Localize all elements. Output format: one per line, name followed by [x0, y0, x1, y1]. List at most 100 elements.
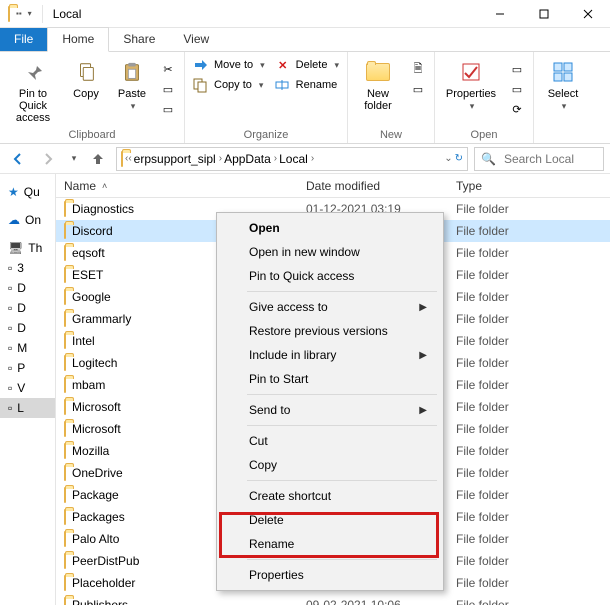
pin-icon	[19, 58, 47, 86]
pin-to-quick-access-button[interactable]: Pin to Quick access	[6, 56, 60, 124]
edit-small-button[interactable]: ▭	[507, 80, 527, 98]
group-organize: Move to▾ Copy to▾ ✕ Delete▾ Rename Organ…	[185, 52, 348, 143]
ctx-copy[interactable]: Copy	[219, 453, 441, 477]
tab-home[interactable]: Home	[47, 27, 109, 52]
col-date[interactable]: Date modified	[306, 179, 456, 193]
search-box[interactable]: 🔍	[474, 147, 604, 171]
chevron-right-icon[interactable]: ›	[274, 153, 277, 164]
group-select: Select ▾	[534, 52, 592, 143]
breadcrumb[interactable]: ‹‹ erpsupport_sipl› AppData› Local› ⌄ ↻	[116, 147, 468, 171]
nav-back-button[interactable]	[6, 147, 30, 171]
file-name: Grammarly	[72, 312, 131, 326]
file-name: Packages	[72, 510, 125, 524]
nav-tree[interactable]: ★Qu ☁On 🖥Th ▫3 ▫D ▫D ▫D ▫M ▫P ▫V ▫L	[0, 174, 56, 605]
col-type[interactable]: Type	[456, 179, 610, 193]
folder-icon	[64, 422, 66, 436]
file-type: File folder	[456, 290, 610, 304]
folder-icon	[64, 444, 66, 458]
copy-path-small-button[interactable]: ▭	[158, 80, 178, 98]
crumb-1[interactable]: erpsupport_sipl	[134, 152, 216, 166]
copy-to-button[interactable]: Copy to▾	[191, 76, 267, 94]
group-clipboard: Pin to Quick access Copy Paste ▾ ✂ ▭ ▭ C…	[0, 52, 185, 143]
paste-shortcut-small-button[interactable]: ▭	[158, 100, 178, 118]
table-row[interactable]: Publishers09-02-2021 10:06File folder	[56, 594, 610, 605]
separator	[247, 394, 437, 395]
tree-item[interactable]: ▫L	[0, 398, 55, 418]
dropdown-icon[interactable]: ⌄	[444, 153, 452, 164]
qat-caret-icon[interactable]: ▾	[28, 9, 32, 18]
ctx-rename[interactable]: Rename	[219, 532, 441, 556]
tree-item[interactable]: ▫D	[0, 278, 55, 298]
refresh-icon[interactable]: ↻	[455, 153, 463, 164]
tree-item[interactable]: ▫P	[0, 358, 55, 378]
open-small-button[interactable]: ▭	[507, 60, 527, 78]
ctx-give-access[interactable]: Give access to▶	[219, 295, 441, 319]
copy-button[interactable]: Copy	[66, 56, 106, 100]
ribbon: Pin to Quick access Copy Paste ▾ ✂ ▭ ▭ C…	[0, 52, 610, 144]
chevron-down-icon: ▾	[131, 102, 136, 112]
ctx-properties[interactable]: Properties	[219, 563, 441, 587]
nav-forward-button[interactable]	[36, 147, 60, 171]
ctx-open[interactable]: Open	[219, 216, 441, 240]
tree-item[interactable]: ▫M	[0, 338, 55, 358]
new-folder-button[interactable]: New folder	[354, 56, 402, 112]
new-item-button[interactable]: 🗎	[408, 60, 428, 78]
chevron-right-icon[interactable]: ›	[219, 153, 222, 164]
minimize-button[interactable]	[478, 0, 522, 28]
ctx-restore[interactable]: Restore previous versions	[219, 319, 441, 343]
ctx-include-library[interactable]: Include in library▶	[219, 343, 441, 367]
rename-button[interactable]: Rename	[273, 76, 341, 94]
delete-button[interactable]: ✕ Delete▾	[273, 56, 341, 74]
ctx-send-to[interactable]: Send to▶	[219, 398, 441, 422]
cut-small-button[interactable]: ✂	[158, 60, 178, 78]
search-input[interactable]	[502, 151, 597, 167]
tree-onedrive[interactable]: ☁On	[0, 210, 55, 230]
delete-icon: ✕	[275, 57, 291, 73]
ctx-delete[interactable]: Delete	[219, 508, 441, 532]
history-small-button[interactable]: ⟳	[507, 100, 527, 118]
move-to-button[interactable]: Move to▾	[191, 56, 267, 74]
close-button[interactable]	[566, 0, 610, 28]
properties-button[interactable]: Properties ▾	[441, 56, 501, 112]
tree-item[interactable]: ▫D	[0, 298, 55, 318]
maximize-button[interactable]	[522, 0, 566, 28]
nav-up-button[interactable]	[86, 147, 110, 171]
folder-icon	[64, 532, 66, 546]
ctx-open-new-window[interactable]: Open in new window	[219, 240, 441, 264]
select-button[interactable]: Select ▾	[540, 56, 586, 112]
file-type: File folder	[456, 268, 610, 282]
file-name: Logitech	[72, 356, 117, 370]
folder-icon	[8, 7, 10, 21]
select-label: Select	[548, 88, 579, 100]
column-headers[interactable]: Name˄ Date modified Type	[56, 174, 610, 198]
paste-button[interactable]: Paste ▾	[112, 56, 152, 112]
tree-this-pc[interactable]: 🖥Th	[0, 238, 55, 258]
tab-view[interactable]: View	[169, 28, 223, 51]
ctx-pin-quick[interactable]: Pin to Quick access	[219, 264, 441, 288]
crumb-2[interactable]: AppData	[224, 152, 271, 166]
crumb-3[interactable]: Local	[279, 152, 308, 166]
tree-item[interactable]: ▫3	[0, 258, 55, 278]
nav-recent-button[interactable]: ▾	[66, 147, 80, 171]
overflow-icon[interactable]: ▪▪	[16, 9, 22, 18]
ctx-create-shortcut[interactable]: Create shortcut	[219, 484, 441, 508]
file-name: Placeholder	[72, 576, 135, 590]
easy-access-button[interactable]: ▭	[408, 80, 428, 98]
tab-file[interactable]: File	[0, 28, 47, 51]
ctx-cut[interactable]: Cut	[219, 429, 441, 453]
window-title: Local	[45, 7, 90, 21]
folder-icon	[64, 510, 66, 524]
folder-icon	[64, 598, 66, 605]
tree-item[interactable]: ▫D	[0, 318, 55, 338]
col-name[interactable]: Name˄	[56, 179, 306, 193]
chevron-right-icon[interactable]: ›	[311, 153, 314, 164]
tree-quick-access[interactable]: ★Qu	[0, 182, 55, 202]
properties-label: Properties	[446, 88, 496, 100]
file-type: File folder	[456, 466, 610, 480]
tree-item[interactable]: ▫V	[0, 378, 55, 398]
ctx-pin-start[interactable]: Pin to Start	[219, 367, 441, 391]
folder-icon	[64, 268, 66, 282]
tab-share[interactable]: Share	[109, 28, 169, 51]
path-icon: ▭	[160, 81, 176, 97]
chevron-left-icon[interactable]: ‹‹	[125, 153, 132, 164]
